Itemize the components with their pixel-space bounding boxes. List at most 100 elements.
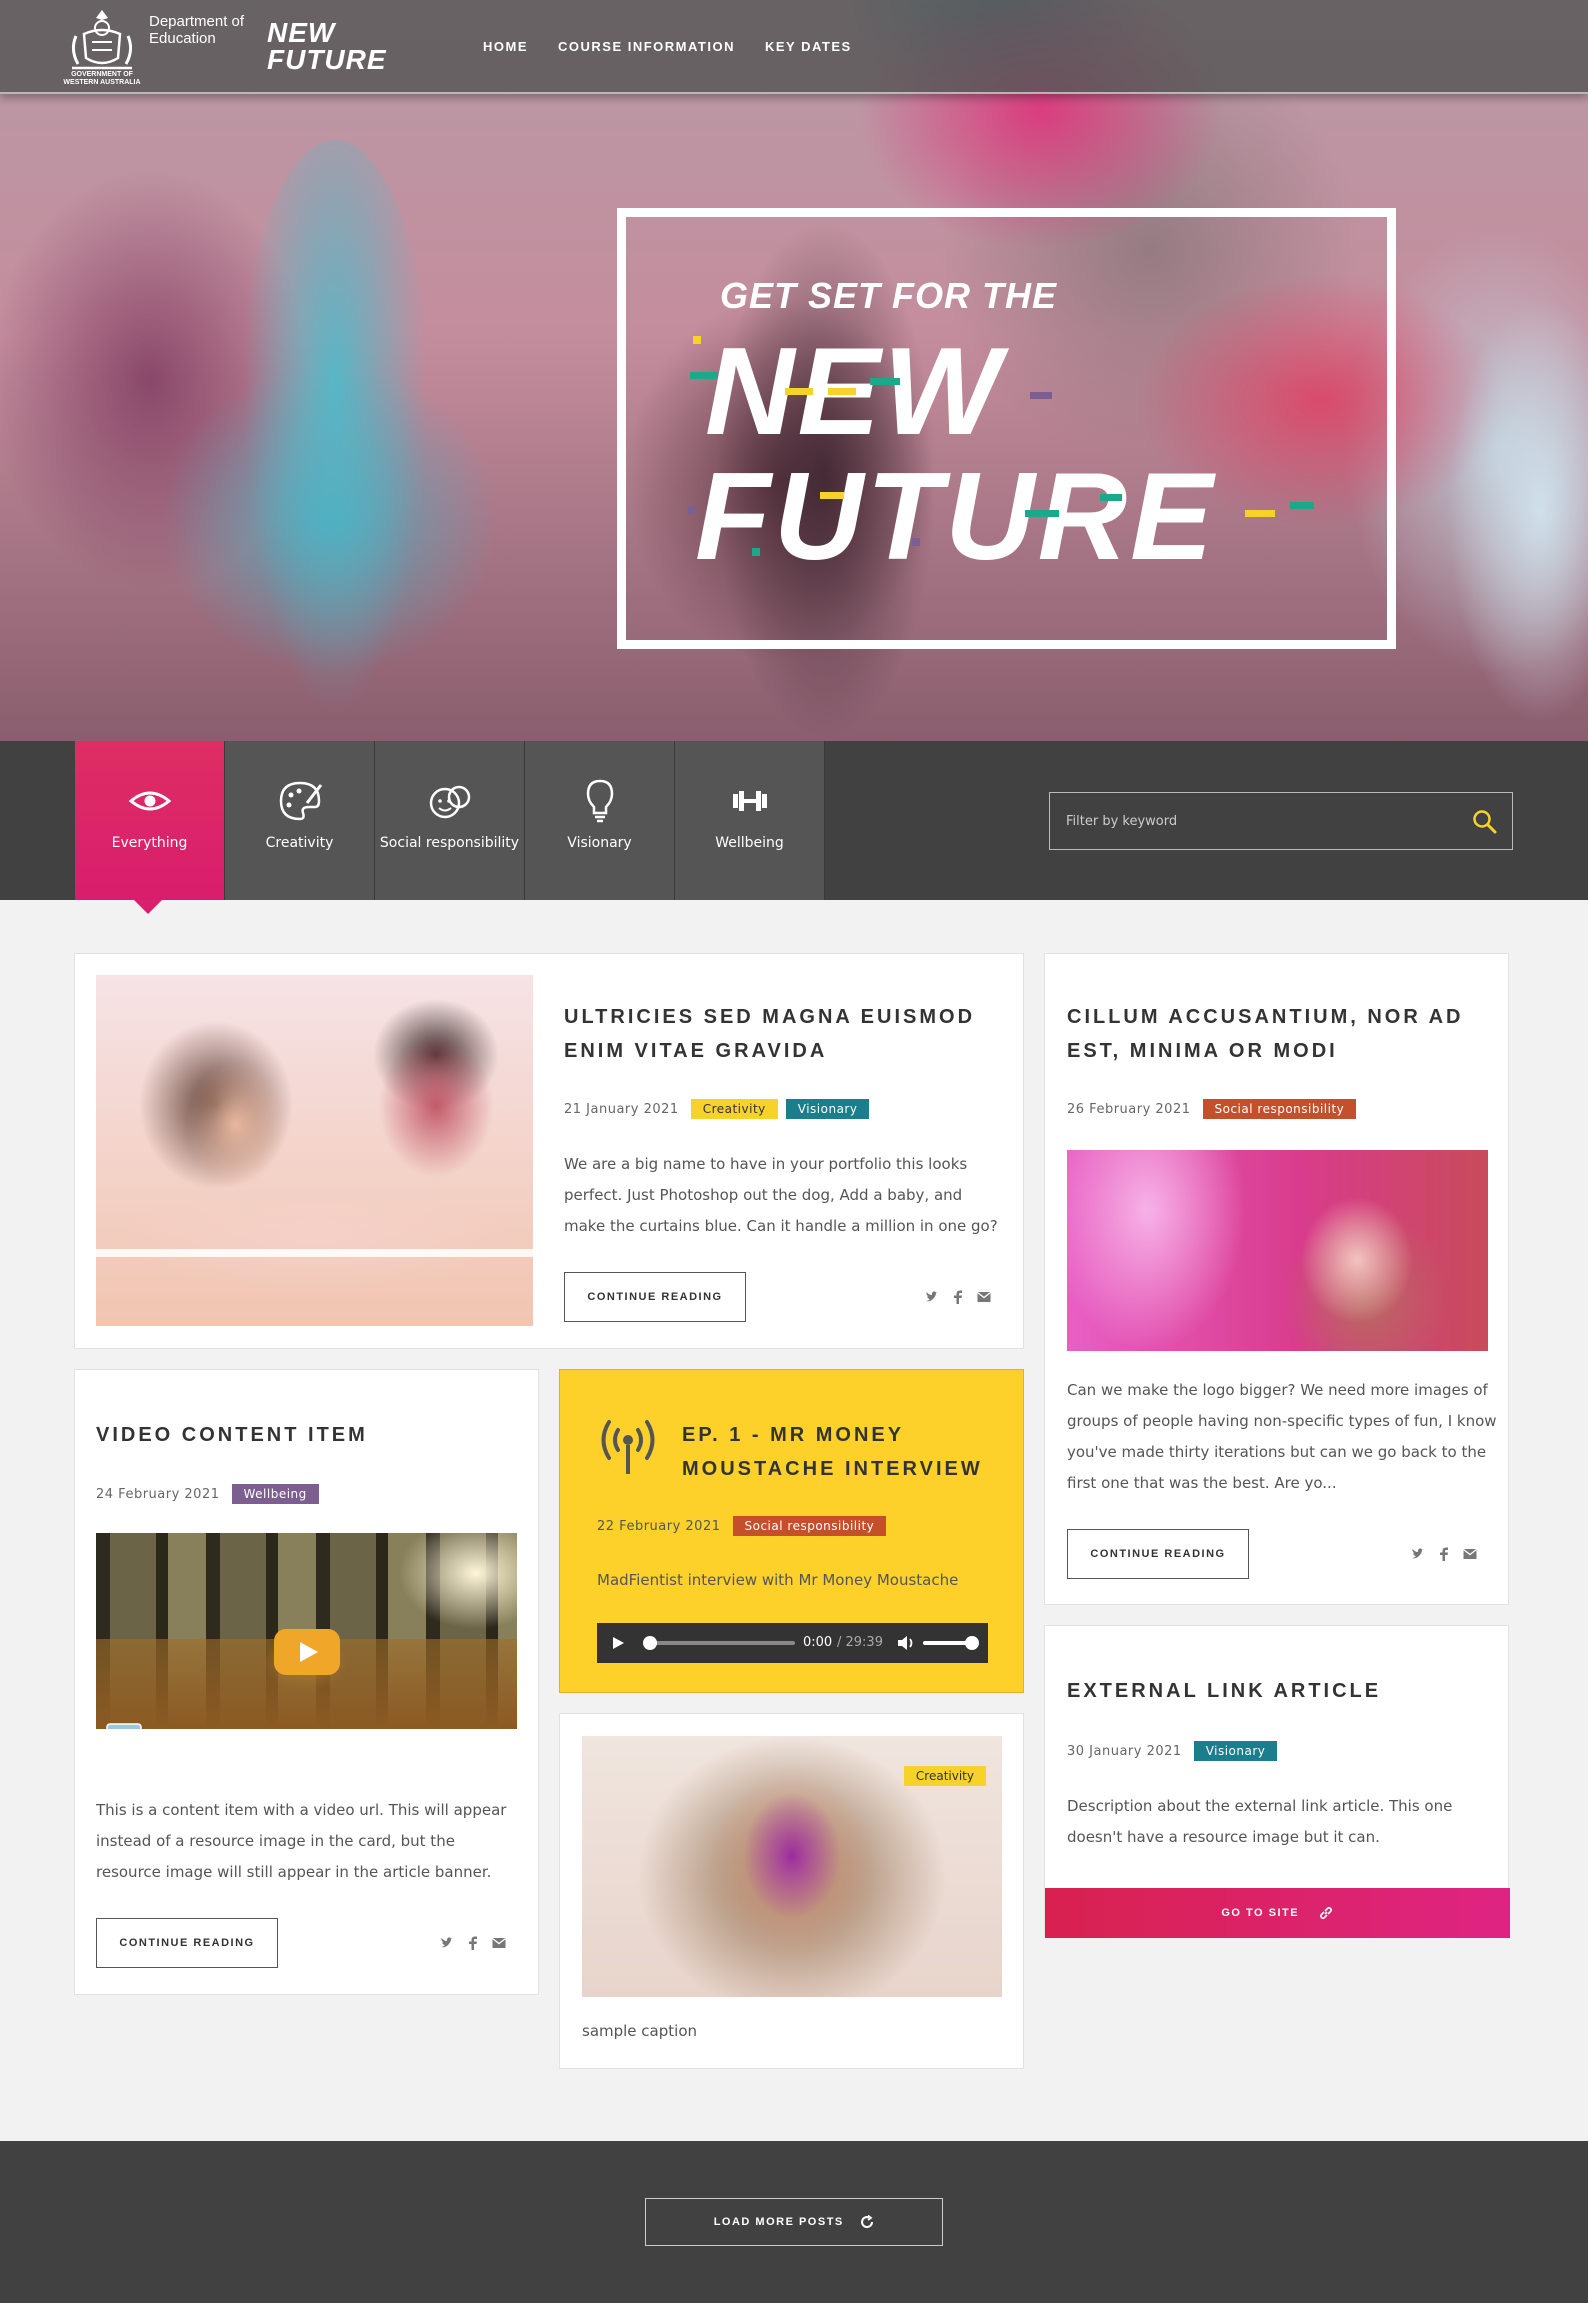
podcast-title[interactable]: EP. 1 - MR MONEY MOUSTACHE INTERVIEW [682,1418,1002,1486]
go-to-site-button[interactable]: GO TO SITE [1045,1888,1510,1938]
image-caption: sample caption [582,2022,697,2040]
glitch-accent [912,538,920,546]
article-date: 30 January 2021 [1067,1743,1182,1759]
load-more-button[interactable]: LOAD MORE POSTS [645,2198,943,2246]
tag-creativity[interactable]: Creativity [903,1766,986,1786]
lightbulb-icon [586,779,614,823]
broadcast-icon [601,1420,655,1474]
article-card-cillum: CILLUM ACCUSANTIUM, NOR AD EST, MINIMA O… [1044,953,1509,1605]
volume-handle[interactable] [965,1636,979,1650]
audio-player: 0:00 / 29:39 [597,1623,988,1663]
article-excerpt: We are a big name to have in your portfo… [564,1155,998,1235]
crest-caption: GOVERNMENT OF WESTERN AUSTRALIA [63,71,141,87]
tag-creativity[interactable]: Creativity [690,1099,778,1119]
go-to-site-label: GO TO SITE [1221,1907,1300,1919]
load-more-label: LOAD MORE POSTS [713,2216,844,2228]
active-tab-pointer [134,900,162,914]
facebook-icon[interactable] [468,1936,478,1950]
site-header: GOVERNMENT OF WESTERN AUSTRALIA Departme… [0,0,1588,94]
hero-photo-figure [1440,280,1588,740]
hero-photo-figure [235,140,435,740]
facebook-icon[interactable] [953,1290,963,1304]
tab-visionary[interactable]: Visionary [525,741,675,900]
volume-slider[interactable] [923,1636,979,1650]
new-future-logo[interactable]: NEW FUTURE [267,17,387,73]
audio-seek-handle[interactable] [643,1636,657,1650]
keyword-search-input[interactable] [1050,793,1460,849]
article-title[interactable]: EXTERNAL LINK ARTICLE [1067,1674,1492,1708]
article-date: 22 February 2021 [597,1518,721,1534]
audio-current-time: 0:00 [803,1635,833,1650]
continue-reading-button[interactable]: CONTINUE READING [96,1918,278,1968]
search-icon[interactable] [1472,809,1498,835]
play-icon[interactable] [611,1636,625,1650]
email-icon[interactable] [1463,1548,1477,1560]
glitch-accent [752,548,760,556]
podcast-card: EP. 1 - MR MONEY MOUSTACHE INTERVIEW 22 … [559,1369,1024,1693]
facebook-icon[interactable] [1439,1547,1449,1561]
article-title[interactable]: CILLUM ACCUSANTIUM, NOR AD EST, MINIMA O… [1067,1000,1492,1068]
twitter-icon[interactable] [1411,1547,1425,1561]
share-links [925,1290,991,1304]
article-title[interactable]: VIDEO CONTENT ITEM [96,1418,521,1452]
tag-visionary[interactable]: Visionary [785,1099,870,1119]
nav-course-information[interactable]: COURSE INFORMATION [558,40,735,53]
external-link-card: EXTERNAL LINK ARTICLE 30 January 2021 Vi… [1044,1625,1510,1938]
twitter-icon[interactable] [440,1936,454,1950]
department-line2: Education [149,30,216,48]
department-name[interactable]: Department of Education [149,13,244,48]
hero-title-line2: FUTURE [695,448,1216,586]
glitch-accent [1025,510,1059,517]
eye-icon [128,791,172,811]
glitch-accent [1245,510,1275,517]
glitch-accent [688,506,696,514]
tab-creativity[interactable]: Creativity [225,741,375,900]
faces-icon [429,785,471,819]
podcast-description: MadFientist interview with Mr Money Mous… [597,1571,959,1589]
tag-visionary[interactable]: Visionary [1193,1741,1278,1761]
glitch-accent [1030,392,1052,399]
featured-image[interactable]: Creativity [582,1736,1002,1997]
video-source-icon [106,1723,142,1729]
tab-everything[interactable]: Everything [75,741,225,900]
article-date: 24 February 2021 [96,1486,220,1502]
glitch-accent [1290,502,1314,509]
refresh-icon [861,2214,874,2229]
glitch-accent [785,388,813,395]
tab-social-responsibility[interactable]: Social responsibility [375,741,525,900]
continue-reading-button[interactable]: CONTINUE READING [1067,1529,1249,1579]
logo-line1: NEW [267,17,336,48]
tag-social-responsibility[interactable]: Social responsibility [1202,1099,1357,1119]
article-excerpt: Can we make the logo bigger? We need mor… [1067,1381,1497,1492]
category-tabs: Everything Creativity Social responsibil… [75,741,825,900]
audio-total-time: / 29:39 [837,1635,883,1650]
nav-key-dates[interactable]: KEY DATES [765,40,852,53]
dumbbell-icon [733,791,767,811]
article-image[interactable] [96,975,533,1326]
nav-home[interactable]: HOME [483,40,528,53]
continue-reading-button[interactable]: CONTINUE READING [564,1272,746,1322]
email-icon[interactable] [977,1291,991,1303]
main-nav: HOME COURSE INFORMATION KEY DATES [483,40,852,53]
featured-article-card: ULTRICIES SED MAGNA EUISMOD ENIM VITAE G… [74,953,1024,1349]
volume-icon[interactable] [897,1635,915,1651]
share-links [1411,1547,1477,1561]
glitch-accent [1100,494,1122,501]
article-meta: 22 February 2021 Social responsibility [597,1516,887,1536]
play-button-icon[interactable] [274,1629,340,1675]
video-thumbnail[interactable] [96,1533,517,1729]
glitch-accent [690,372,718,379]
article-date: 21 January 2021 [564,1101,679,1117]
article-image[interactable] [1067,1150,1488,1351]
tab-label: Wellbeing [715,835,784,851]
article-title[interactable]: ULTRICIES SED MAGNA EUISMOD ENIM VITAE G… [564,1000,994,1068]
article-meta: 30 January 2021 Visionary [1067,1741,1278,1761]
tab-wellbeing[interactable]: Wellbeing [675,741,825,900]
hero-banner: GET SET FOR THE NEW FUTURE [0,0,1588,741]
email-icon[interactable] [492,1937,506,1949]
tag-social-responsibility[interactable]: Social responsibility [732,1516,887,1536]
article-date: 26 February 2021 [1067,1101,1191,1117]
tag-wellbeing[interactable]: Wellbeing [231,1484,319,1504]
twitter-icon[interactable] [925,1290,939,1304]
audio-seek-bar[interactable] [643,1636,795,1650]
